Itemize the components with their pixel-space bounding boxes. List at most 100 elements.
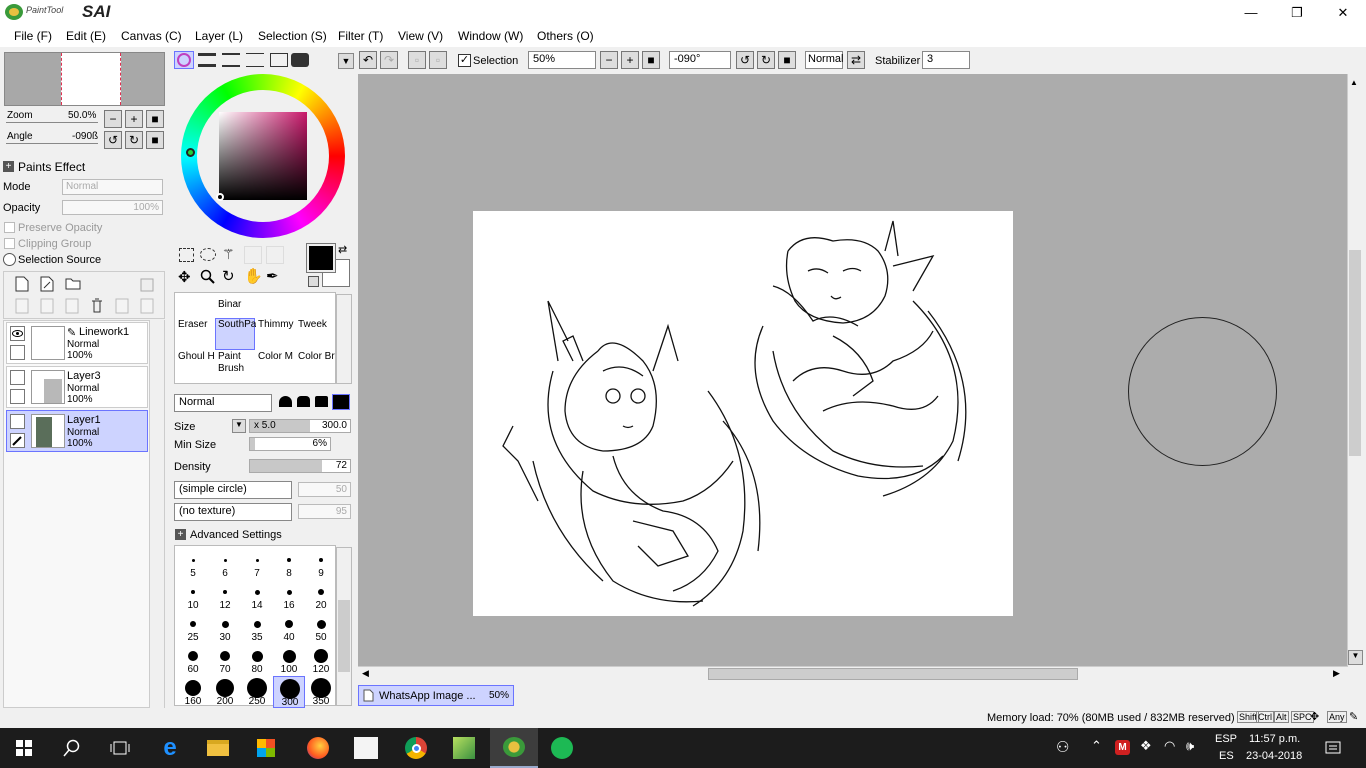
brush-size-350[interactable]: 350 xyxy=(305,676,337,708)
layer-lock-toggle[interactable] xyxy=(10,345,25,360)
rgb-slider-tab[interactable] xyxy=(198,53,216,67)
tool-ghoul-h[interactable]: Ghoul H xyxy=(178,351,216,362)
brush-edge-soft[interactable] xyxy=(279,396,292,407)
brush-size-12[interactable]: 12 xyxy=(209,580,241,612)
panel-menu-button[interactable]: ▼ xyxy=(338,53,354,69)
selection-checkbox[interactable]: ✓ xyxy=(458,54,471,67)
sv-marker[interactable] xyxy=(216,193,224,201)
brush-shape-strength[interactable]: 50 xyxy=(298,482,351,497)
merge-down-icon[interactable] xyxy=(40,298,54,314)
layer-list-scrollbar[interactable] xyxy=(149,320,164,708)
expand-icon[interactable]: + xyxy=(175,529,186,540)
brush-size-14[interactable]: 14 xyxy=(241,580,273,612)
clock-date[interactable]: 23-04-2018 xyxy=(1246,750,1302,762)
move-tool-icon[interactable]: ✥ xyxy=(178,268,191,286)
brush-edge-square[interactable] xyxy=(332,394,350,410)
toolbar-rotate-left-button[interactable]: ↺ xyxy=(736,51,754,69)
rotate-right-button[interactable]: ↻ xyxy=(125,131,143,149)
preserve-opacity-checkbox[interactable] xyxy=(4,222,15,233)
flip-canvas-button[interactable]: ⇄ xyxy=(847,51,865,69)
people-icon[interactable]: ⚇ xyxy=(1056,738,1069,756)
keyboard-layout[interactable]: ES xyxy=(1219,750,1234,762)
layer-visibility-toggle[interactable] xyxy=(10,414,25,429)
brush-size-40[interactable]: 40 xyxy=(273,612,305,644)
menu-edit[interactable]: Edit (E) xyxy=(66,29,106,43)
clock-time[interactable]: 11:57 p.m. xyxy=(1249,733,1300,745)
view-blend-combo[interactable]: Normal xyxy=(805,51,843,69)
tool-thimmy[interactable]: Thimmy xyxy=(258,319,296,330)
navigator-thumbnail[interactable] xyxy=(4,52,165,106)
tool-grid-scrollbar[interactable] xyxy=(336,294,352,384)
sai-icon[interactable] xyxy=(490,728,538,768)
drawing-app-icon[interactable] xyxy=(440,728,488,768)
menu-view[interactable]: View (V) xyxy=(398,29,443,43)
scroll-corner-button[interactable]: ▼ xyxy=(1348,650,1363,665)
rotate-left-button[interactable]: ↺ xyxy=(104,131,122,149)
brush-size-70[interactable]: 70 xyxy=(209,644,241,676)
zoom-slider[interactable] xyxy=(6,122,98,123)
new-linework-layer-icon[interactable] xyxy=(40,276,54,292)
toolbar-zoom-out-button[interactable]: − xyxy=(600,51,618,69)
brush-size-20[interactable]: 20 xyxy=(305,580,337,612)
layer-item-linework1[interactable]: ✎ Linework1 Normal 100% xyxy=(6,322,148,364)
layer-lock-toggle[interactable] xyxy=(10,433,25,448)
tool-eraser[interactable]: Eraser xyxy=(178,319,216,330)
opacity-slider[interactable]: 100% xyxy=(62,200,163,215)
hand-tool-icon[interactable]: ✋ xyxy=(244,267,263,285)
brush-size-200[interactable]: 200 xyxy=(209,676,241,708)
selection-source-radio[interactable] xyxy=(3,253,16,266)
layer-lock-toggle[interactable] xyxy=(10,389,25,404)
swatches-tab[interactable] xyxy=(246,53,264,67)
brush-size-250[interactable]: 250 xyxy=(241,676,273,708)
document-tab[interactable]: WhatsApp Image ... 50% xyxy=(358,685,514,706)
scroll-right-arrow[interactable]: ▶ xyxy=(1333,668,1340,679)
tool-southpa[interactable]: SouthPa xyxy=(218,319,256,330)
brush-size-6[interactable]: 6 xyxy=(209,548,241,580)
brush-size-5[interactable]: 5 xyxy=(177,548,209,580)
layer-item-layer3[interactable]: Layer3 Normal 100% xyxy=(6,366,148,408)
color-wheel-tab[interactable] xyxy=(174,51,194,69)
layer-item-layer1[interactable]: Layer1 Normal 100% xyxy=(6,410,148,452)
edge-icon[interactable]: e xyxy=(146,728,194,768)
canvas-paper[interactable] xyxy=(473,211,1013,616)
mode-select[interactable]: Normal xyxy=(62,179,163,195)
angle-combo[interactable]: -090° xyxy=(669,51,731,69)
new-folder-icon[interactable] xyxy=(65,276,81,290)
firefox-icon[interactable] xyxy=(294,728,342,768)
brush-blend-select[interactable]: Normal xyxy=(174,394,272,412)
angle-slider[interactable] xyxy=(6,143,98,144)
zoom-tool-icon[interactable] xyxy=(200,269,216,285)
swap-colors-icon[interactable]: ⇄ xyxy=(338,243,347,256)
menu-file[interactable]: File (F) xyxy=(14,29,52,43)
tool-color-mix[interactable]: Color M xyxy=(258,351,296,362)
stabilizer-combo[interactable]: 3 xyxy=(922,51,970,69)
zoom-value[interactable]: 50.0% xyxy=(68,110,96,121)
menu-window[interactable]: Window (W) xyxy=(458,29,523,43)
layer-option-icon[interactable] xyxy=(140,278,154,292)
menu-layer[interactable]: Layer (L) xyxy=(195,29,243,43)
chrome-icon[interactable] xyxy=(392,728,440,768)
tool-tweek[interactable]: Tweek xyxy=(298,319,336,330)
brush-size-7[interactable]: 7 xyxy=(241,548,273,580)
file-explorer-icon[interactable] xyxy=(194,728,242,768)
transfer-down-icon[interactable] xyxy=(15,298,29,314)
merge-visible-icon[interactable] xyxy=(115,298,129,314)
zoom-reset-button[interactable]: ■ xyxy=(146,110,164,128)
rect-select-tool[interactable] xyxy=(179,248,194,262)
search-icon[interactable] xyxy=(48,728,96,768)
maximize-button[interactable]: ❐ xyxy=(1274,0,1320,25)
size-mult-dropdown[interactable]: ▼ xyxy=(232,419,246,433)
show-hidden-icons[interactable]: ⌃ xyxy=(1091,738,1102,754)
brush-edge-hard[interactable] xyxy=(315,396,328,407)
horizontal-scrollbar[interactable]: ◀ ▶ xyxy=(358,666,1348,682)
toolbar-rotate-reset-button[interactable]: ■ xyxy=(778,51,796,69)
brush-size-100[interactable]: 100 xyxy=(273,644,305,676)
palette-tab[interactable] xyxy=(291,53,309,67)
tool-binary-pen[interactable]: Binar xyxy=(218,299,256,310)
zoom-combo[interactable]: 50% xyxy=(528,51,596,69)
brush-size-8[interactable]: 8 xyxy=(273,548,305,580)
dropbox-icon[interactable]: ❖ xyxy=(1140,738,1152,754)
start-button[interactable] xyxy=(0,728,48,768)
store-icon[interactable] xyxy=(242,728,290,768)
hsv-slider-tab[interactable] xyxy=(222,53,240,67)
